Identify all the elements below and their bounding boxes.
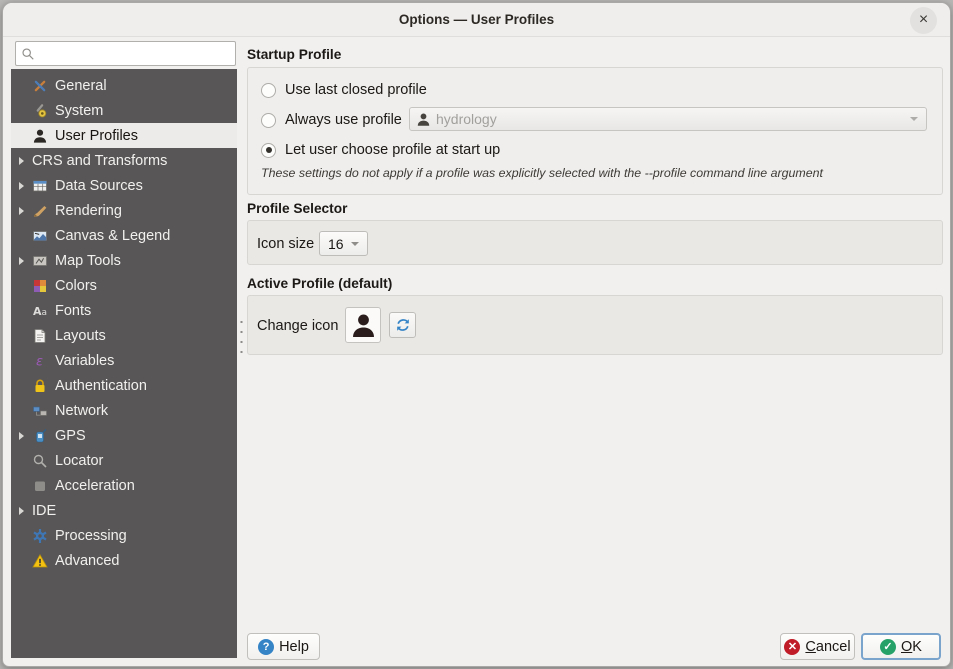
radio-always-use-profile[interactable]: Always use profile (261, 110, 402, 130)
sidebar-item-general[interactable]: General (11, 73, 237, 98)
profile-selector-group: Icon size 16 (247, 220, 943, 265)
profile-selector-heading: Profile Selector (247, 201, 348, 216)
active-profile-heading: Active Profile (default) (247, 276, 393, 291)
expand-arrow-icon[interactable] (19, 206, 24, 215)
radio-circle-checked (261, 142, 276, 158)
crossed-tools-icon (32, 78, 48, 94)
sidebar-item-fonts[interactable]: A a Fonts (11, 298, 237, 323)
search-icon (22, 47, 34, 60)
radio-use-last-closed-profile[interactable]: Use last closed profile (261, 80, 427, 100)
search-input[interactable] (39, 46, 235, 61)
sidebar-item-system[interactable]: System (11, 98, 237, 123)
ok-button[interactable]: ✓ OK (861, 633, 941, 660)
sidebar-item-ide[interactable]: IDE (11, 498, 237, 523)
map-canvas-icon (32, 228, 48, 244)
chevron-down-icon (351, 241, 359, 246)
gear-icon (32, 528, 48, 544)
sidebar-item-crs-and-transforms[interactable]: CRS and Transforms (11, 148, 237, 173)
icon-size-dropdown[interactable]: 16 (319, 231, 368, 256)
chevron-down-icon (910, 117, 918, 121)
change-icon-label: Change icon (257, 318, 339, 334)
expand-arrow-icon[interactable] (19, 156, 24, 165)
sidebar-item-rendering[interactable]: Rendering (11, 198, 237, 223)
person-icon (416, 112, 431, 127)
person-icon (32, 128, 48, 144)
system-wrench-gear-icon (32, 103, 48, 119)
icon-size-value: 16 (328, 235, 344, 252)
profile-combo-value: hydrology (436, 111, 497, 127)
page-icon (32, 328, 48, 344)
svg-text:ε: ε (36, 354, 43, 369)
expand-arrow-icon[interactable] (19, 256, 24, 265)
help-icon: ? (258, 638, 275, 655)
expand-arrow-icon[interactable] (19, 181, 24, 190)
startup-note: These settings do not apply if a profile… (261, 166, 823, 180)
titlebar[interactable]: Options — User Profiles × (3, 3, 950, 37)
sidebar-item-locator[interactable]: Locator (11, 448, 237, 473)
sidebar-item-map-tools[interactable]: Map Tools (11, 248, 237, 273)
paintbrush-icon (32, 203, 48, 219)
cancel-button[interactable]: ✕ Cancel (780, 633, 855, 660)
profile-icon-button[interactable] (345, 307, 381, 343)
sidebar-item-canvas-legend[interactable]: Canvas & Legend (11, 223, 237, 248)
fonts-aa-icon: A a (32, 303, 48, 319)
table-icon (32, 178, 48, 194)
profile-select-dropdown[interactable]: hydrology (409, 107, 927, 131)
lock-icon (32, 378, 48, 394)
square-chip-icon (32, 478, 48, 494)
sidebar-item-network[interactable]: Network (11, 398, 237, 423)
cancel-icon: ✕ (784, 638, 801, 655)
options-dialog: Options — User Profiles × General System… (2, 2, 951, 667)
sidebar-item-processing[interactable]: Processing (11, 523, 237, 548)
expand-arrow-icon[interactable] (19, 431, 24, 440)
radio-let-user-choose[interactable]: Let user choose profile at start up (261, 140, 500, 160)
reset-icon-button[interactable] (389, 312, 416, 338)
sidebar-item-acceleration[interactable]: Acceleration (11, 473, 237, 498)
warning-triangle-icon (32, 553, 48, 569)
sidebar-item-advanced[interactable]: Advanced (11, 548, 237, 573)
sidebar-item-layouts[interactable]: Layouts (11, 323, 237, 348)
sidebar-item-data-sources[interactable]: Data Sources (11, 173, 237, 198)
sidebar-item-variables[interactable]: ε Variables (11, 348, 237, 373)
sidebar-splitter-handle[interactable] (239, 317, 244, 359)
close-button[interactable]: × (910, 7, 937, 34)
radio-circle (261, 82, 276, 98)
person-icon (352, 314, 374, 337)
startup-profile-heading: Startup Profile (247, 47, 342, 62)
sidebar-item-user-profiles[interactable]: User Profiles (11, 123, 237, 148)
magnifier-icon (32, 453, 48, 469)
sidebar-item-gps[interactable]: GPS (11, 423, 237, 448)
help-button[interactable]: ? Help (247, 633, 320, 660)
network-nodes-icon (32, 403, 48, 419)
settings-sidebar: General System User Profiles CRS and Tra… (11, 69, 237, 658)
epsilon-icon: ε (32, 353, 48, 369)
refresh-icon (396, 319, 409, 331)
sidebar-item-colors[interactable]: Colors (11, 273, 237, 298)
sidebar-item-authentication[interactable]: Authentication (11, 373, 237, 398)
ok-icon: ✓ (880, 638, 897, 655)
radio-circle (261, 112, 276, 128)
color-palette-icon (32, 278, 48, 294)
sidebar-search[interactable] (15, 41, 236, 66)
svg-text:a: a (42, 308, 48, 318)
window-title: Options — User Profiles (398, 12, 555, 27)
active-profile-group: Change icon (247, 295, 943, 355)
startup-profile-group: Use last closed profile Always use profi… (247, 67, 943, 195)
icon-size-label: Icon size (257, 235, 315, 252)
map-tools-icon (32, 253, 48, 269)
expand-arrow-icon[interactable] (19, 506, 24, 515)
gps-device-icon (32, 428, 48, 444)
